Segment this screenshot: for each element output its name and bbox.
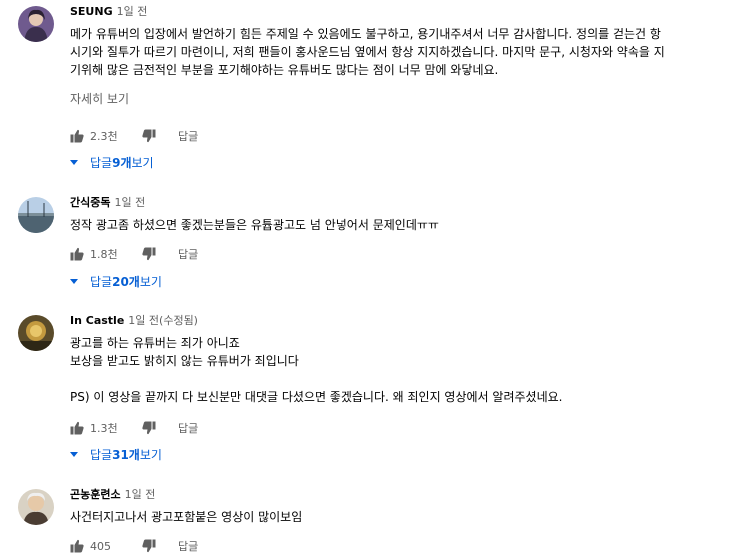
avatar[interactable] [18, 315, 54, 351]
reply-button[interactable]: 답글 [178, 420, 198, 436]
comment-time[interactable]: 1일 전(수정됨) [128, 314, 198, 327]
comment-line [70, 370, 743, 388]
view-replies-button[interactable]: 답글 9개 보기 [70, 153, 154, 171]
reply-button[interactable]: 답글 [178, 246, 198, 262]
replies-suffix: 보기 [139, 447, 162, 462]
comment-author[interactable]: SEUNG [70, 5, 113, 18]
comment-text: 광고를 하는 유튜버는 죄가 아니죠 보상을 받고도 밝히지 않는 유튜버가 죄… [70, 334, 743, 406]
comment-actions: 1.3천 답글 [70, 419, 198, 437]
comment-author[interactable]: 간식중독 [70, 196, 110, 209]
thumbs-up-icon[interactable] [70, 421, 84, 435]
triangle-down-icon [70, 278, 78, 284]
comment-line: 메가 유튜버의 입장에서 발언하기 힘든 주제일 수 있음에도 불구하고, 용기… [70, 27, 661, 41]
comment-time[interactable]: 1일 전 [117, 5, 148, 18]
thumbs-down-icon[interactable] [142, 421, 156, 435]
replies-label: 답글 [90, 274, 113, 289]
like-count: 1.8천 [90, 248, 118, 261]
thumbs-down-icon[interactable] [142, 247, 156, 261]
comment-actions: 1.8천 답글 [70, 245, 198, 263]
thumbs-down-icon[interactable] [142, 129, 156, 143]
comment-text: 메가 유튜버의 입장에서 발언하기 힘든 주제일 수 있음에도 불구하고, 용기… [70, 25, 743, 79]
comment-line: 기위해 많은 금전적인 부분을 포기해야하는 유튜버도 많다는 점이 너무 맘에… [70, 63, 499, 77]
replies-count: 9개 [112, 155, 132, 170]
comment-text: 정작 광고좀 하셨으면 좋겠는분들은 유튭광고도 넘 안넣어서 문제인데ㅠㅠ [70, 216, 743, 234]
avatar[interactable] [18, 197, 54, 233]
avatar[interactable] [18, 6, 54, 42]
like-count: 2.3천 [90, 130, 118, 143]
thumbs-up-icon[interactable] [70, 539, 84, 553]
replies-count: 31개 [112, 447, 140, 462]
comment-author[interactable]: 곤농훈련소 [70, 488, 121, 501]
thumbs-up-icon[interactable] [70, 247, 84, 261]
reply-button[interactable]: 답글 [178, 538, 198, 554]
comment-time[interactable]: 1일 전 [114, 196, 145, 209]
replies-label: 답글 [90, 447, 113, 462]
replies-suffix: 보기 [139, 274, 162, 289]
read-more-button[interactable]: 자세히 보기 [70, 90, 743, 107]
triangle-down-icon [70, 159, 78, 165]
triangle-down-icon [70, 451, 78, 457]
view-replies-button[interactable]: 답글 31개 보기 [70, 445, 162, 463]
replies-label: 답글 [90, 155, 113, 170]
comment-actions: 405 답글 [70, 537, 198, 555]
reply-button[interactable]: 답글 [178, 128, 198, 144]
avatar[interactable] [18, 489, 54, 525]
comment-line: PS) 이 영상을 끝까지 다 보신분만 대댓글 다셨으면 좋겠습니다. 왜 죄… [70, 390, 563, 404]
comment-author[interactable]: In Castle [70, 314, 124, 327]
thumbs-up-icon[interactable] [70, 129, 84, 143]
comment-line: 보상을 받고도 밝히지 않는 유튜버가 죄입니다 [70, 354, 299, 368]
comment-line: 시기와 질투가 따르기 마련이니, 저희 팬들이 홍사운드님 옆에서 항상 지지… [70, 45, 665, 59]
replies-count: 20개 [112, 274, 140, 289]
thumbs-down-icon[interactable] [142, 539, 156, 553]
like-count: 1.3천 [90, 422, 118, 435]
view-replies-button[interactable]: 답글 20개 보기 [70, 272, 162, 290]
comment-line: 사건터지고나서 광고포함붙은 영상이 많이보임 [70, 510, 303, 524]
comment-text: 사건터지고나서 광고포함붙은 영상이 많이보임 [70, 508, 743, 526]
comment-line: 정작 광고좀 하셨으면 좋겠는분들은 유튭광고도 넘 안넣어서 문제인데ㅠㅠ [70, 218, 439, 232]
replies-suffix: 보기 [131, 155, 154, 170]
comment-line: 광고를 하는 유튜버는 죄가 아니죠 [70, 336, 240, 350]
comment-actions: 2.3천 답글 [70, 127, 198, 145]
like-count: 405 [90, 539, 111, 553]
comment-time[interactable]: 1일 전 [125, 488, 156, 501]
